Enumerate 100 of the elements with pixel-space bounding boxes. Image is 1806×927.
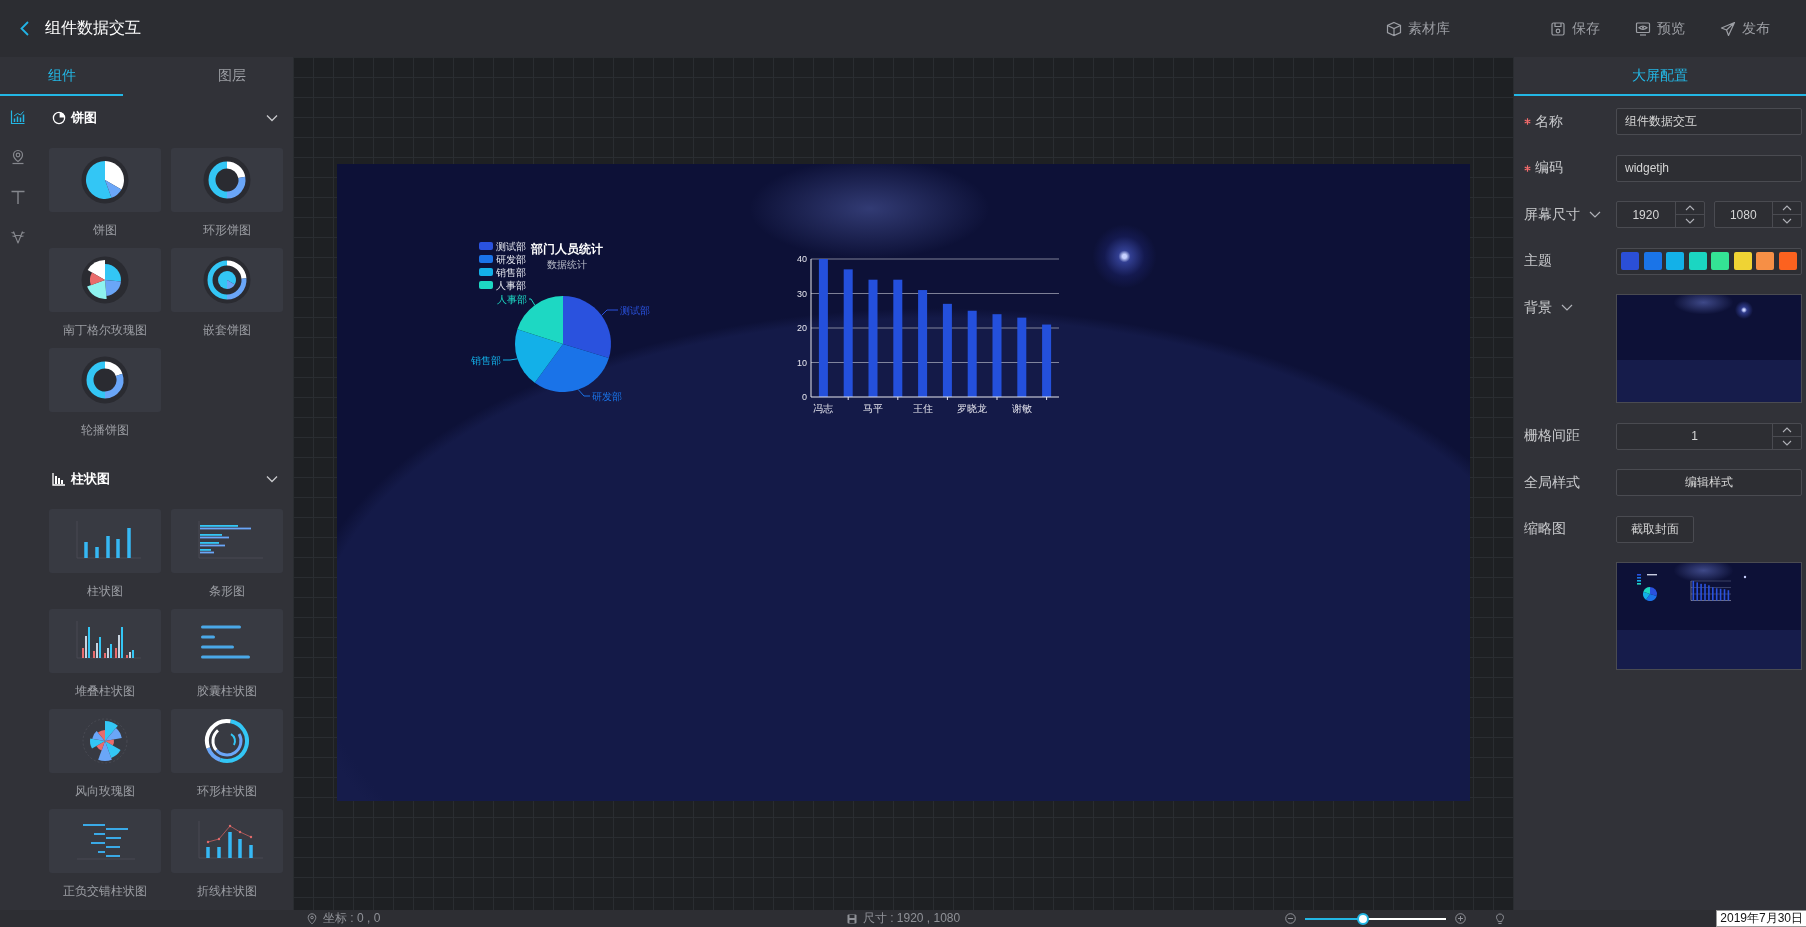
category-label: 谢敏 — [1011, 402, 1032, 414]
canvas-size-text: 尺寸 : 1920 , 1080 — [862, 910, 961, 927]
radial-bar-chart-icon — [203, 717, 251, 765]
chart-tile[interactable] — [49, 148, 161, 212]
pie-icon — [52, 111, 66, 125]
number-field[interactable]: 1 — [1616, 422, 1802, 450]
polar-bar-chart-icon — [81, 717, 129, 765]
capture-cover-button[interactable]: 截取封面 — [1616, 515, 1694, 543]
donut-chart-icon — [203, 156, 251, 204]
material-library-button[interactable]: 素材库 — [1386, 19, 1450, 38]
axis-tick-label: 10 — [797, 357, 807, 368]
number-field[interactable]: 1920 — [1616, 201, 1705, 228]
category-label: 马平 — [863, 402, 883, 414]
zoom-out-icon[interactable] — [1285, 913, 1296, 924]
category-label: 罗晓龙 — [957, 402, 988, 414]
field-label: 栅格间距 — [1524, 427, 1580, 445]
light-bulb-icon[interactable] — [1495, 912, 1505, 925]
color-swatch[interactable] — [1778, 252, 1797, 270]
publish-button[interactable]: 发布 — [1720, 19, 1770, 38]
chevron-down-icon[interactable] — [1589, 211, 1601, 218]
monitor-eye-icon — [1635, 20, 1651, 37]
chart-tile[interactable] — [49, 509, 161, 573]
component-label: 轮播饼图 — [81, 421, 129, 439]
leader-line — [601, 309, 619, 316]
paper-plane-icon — [1720, 20, 1736, 37]
location-pin-icon — [307, 912, 317, 925]
chart-tile[interactable] — [49, 809, 161, 873]
slice-label: 人事部 — [497, 293, 527, 305]
text-field[interactable]: widgetjh — [1616, 154, 1802, 182]
text-field[interactable]: 组件数据交互 — [1616, 108, 1802, 135]
chevron-up-icon — [1684, 205, 1695, 211]
pie-chart-icon — [81, 156, 129, 204]
chevron-down-icon — [1684, 218, 1695, 224]
save-icon — [1550, 20, 1566, 37]
component-label: 正负交错柱状图 — [63, 882, 147, 900]
color-swatch[interactable] — [1711, 252, 1729, 270]
rose-chart-icon — [81, 256, 129, 304]
bar-chart-icon — [52, 472, 66, 486]
deer-head-icon[interactable] — [9, 229, 26, 245]
field-label: 编码 — [1535, 159, 1563, 177]
field-label: 屏幕尺寸 — [1524, 205, 1580, 224]
chart-tile[interactable] — [171, 809, 283, 873]
chart-tile[interactable] — [171, 709, 283, 773]
component-label: 环形柱状图 — [197, 782, 257, 800]
color-swatch[interactable] — [1643, 252, 1662, 270]
component-label: 柱状图 — [87, 582, 123, 600]
chevron-down-icon[interactable] — [1561, 304, 1573, 311]
page-title: 组件数据交互 — [45, 18, 141, 38]
slice-label: 研发部 — [592, 390, 622, 402]
text-tool-icon[interactable] — [9, 189, 26, 205]
color-swatch[interactable] — [1733, 252, 1752, 270]
color-swatch[interactable] — [1666, 252, 1684, 270]
chevron-down-icon — [1782, 218, 1792, 224]
number-field[interactable]: 1080 — [1713, 201, 1802, 228]
save-button[interactable]: 保存 — [1550, 19, 1600, 38]
slice-label: 测试部 — [620, 304, 650, 316]
category-label: 王住 — [912, 402, 933, 414]
chevron-down-icon[interactable] — [266, 473, 278, 485]
component-label: 环形饼图 — [203, 221, 251, 239]
chart-tile[interactable] — [171, 148, 283, 212]
color-swatch[interactable] — [1688, 252, 1707, 270]
field-label: 主题 — [1524, 252, 1552, 270]
nested-pie-chart-icon — [203, 256, 251, 304]
panel-tab[interactable]: 组件 — [0, 57, 123, 96]
color-swatch[interactable] — [1621, 252, 1639, 270]
back-icon[interactable] — [20, 21, 29, 36]
chart-icon[interactable] — [9, 109, 26, 125]
chart-tile[interactable] — [171, 248, 283, 312]
edit-style-button[interactable]: 编辑样式 — [1616, 469, 1802, 496]
axis-tick-label: 30 — [797, 288, 807, 299]
chart-tile[interactable] — [171, 609, 283, 673]
group-title: 柱状图 — [71, 470, 110, 488]
preview-button[interactable]: 预览 — [1635, 19, 1685, 38]
chart-tile[interactable] — [49, 709, 161, 773]
donut-chart-icon — [81, 356, 129, 404]
slider-thumb[interactable] — [1356, 912, 1369, 925]
color-swatch[interactable] — [1756, 252, 1774, 270]
group-title: 饼图 — [71, 109, 97, 127]
chevron-up-icon — [1782, 426, 1792, 433]
date-tooltip: 2019年7月30日 — [1716, 910, 1806, 927]
chart-tile[interactable] — [49, 348, 161, 412]
chevron-down-icon — [1782, 439, 1792, 446]
chart-tile[interactable] — [171, 509, 283, 573]
component-label: 胶囊柱状图 — [197, 682, 257, 700]
axis-tick-label: 20 — [797, 323, 807, 333]
chart-tile[interactable] — [49, 609, 161, 673]
leader-line — [528, 298, 536, 306]
chevron-up-icon — [1782, 205, 1792, 211]
coordinates-text: 坐标 : 0 , 0 — [323, 910, 381, 927]
component-label: 堆叠柱状图 — [75, 682, 135, 700]
slice-label: 销售部 — [471, 354, 501, 366]
legend-label: 人事部 — [496, 279, 526, 291]
field-label: 缩略图 — [1524, 520, 1566, 538]
component-label: 嵌套饼图 — [203, 321, 251, 339]
panel-tab[interactable]: 大屏配置 — [1514, 57, 1806, 96]
axis-tick-label: 40 — [797, 254, 807, 264]
chevron-down-icon[interactable] — [266, 112, 278, 124]
zoom-in-icon[interactable] — [1455, 913, 1466, 924]
panel-tab[interactable]: 图层 — [170, 57, 293, 96]
chart-tile[interactable] — [49, 248, 161, 312]
